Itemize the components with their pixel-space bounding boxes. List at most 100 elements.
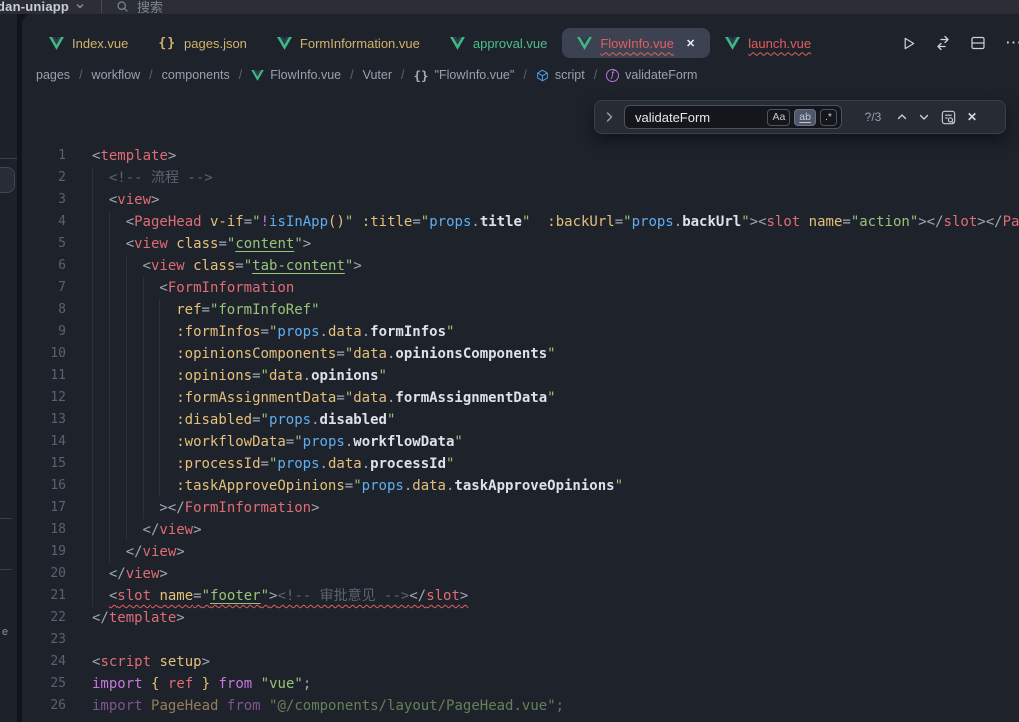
close-find-button[interactable]: ✕ bbox=[967, 110, 977, 124]
indent-guide bbox=[143, 277, 160, 299]
line-number: 4 bbox=[22, 211, 66, 233]
indent-guide bbox=[143, 365, 160, 387]
breadcrumb-label: components bbox=[162, 68, 230, 82]
find-in-selection-button[interactable] bbox=[940, 109, 957, 126]
swap-editors-button[interactable] bbox=[935, 35, 951, 51]
sidebar-divider bbox=[0, 569, 12, 570]
indent-guide bbox=[143, 321, 160, 343]
code-token bbox=[143, 673, 151, 695]
code-token: </ bbox=[409, 588, 426, 604]
code-token: class bbox=[193, 255, 235, 277]
code-token bbox=[530, 211, 547, 233]
indent-guide bbox=[126, 365, 143, 387]
code-token: < bbox=[126, 211, 134, 233]
code-line-21: 21<slot name="footer"><!-- 审批意见 --></slo… bbox=[22, 585, 1019, 607]
tab-approval.vue[interactable]: approval.vue bbox=[435, 28, 562, 58]
code-line-25: 25import { ref } from "vue"; bbox=[22, 673, 1019, 695]
code-token: ; bbox=[303, 673, 311, 695]
code-token: FormInformation bbox=[185, 497, 311, 519]
code-token bbox=[800, 211, 808, 233]
find-previous-button[interactable] bbox=[896, 111, 908, 123]
code-token: > bbox=[168, 145, 176, 167]
breadcrumb-label: FlowInfo.vue bbox=[270, 68, 341, 82]
indent-guide bbox=[159, 409, 176, 431]
search-label: 搜索 bbox=[137, 0, 163, 14]
breadcrumb-item-Vuter[interactable]: Vuter bbox=[363, 68, 392, 82]
error-squiggle: <slot name="footer"><!-- 审批意见 --></slot> bbox=[109, 585, 469, 607]
indent-guide bbox=[159, 387, 176, 409]
code-token: title bbox=[480, 211, 522, 233]
code-token: import bbox=[92, 695, 143, 717]
split-editor-button[interactable] bbox=[970, 35, 986, 51]
breadcrumb-item-components[interactable]: components bbox=[162, 68, 230, 82]
breadcrumb-item-pages[interactable]: pages bbox=[36, 68, 70, 82]
code-token: = bbox=[412, 211, 420, 233]
run-button[interactable] bbox=[901, 36, 916, 51]
indent-guide bbox=[92, 321, 109, 343]
indent-guide bbox=[126, 497, 143, 519]
search-icon bbox=[116, 0, 129, 13]
tab-launch.vue[interactable]: launch.vue bbox=[710, 28, 826, 58]
breadcrumb-item-FlowInfo.vue[interactable]: FlowInfo.vue bbox=[251, 68, 341, 82]
line-number: 9 bbox=[22, 321, 66, 343]
braces-icon: {} bbox=[158, 36, 176, 51]
code-token: > bbox=[159, 563, 167, 585]
find-next-button[interactable] bbox=[918, 111, 930, 123]
match-case-button[interactable]: Aa bbox=[767, 109, 790, 126]
breadcrumb-item-FlowInfo.vue[interactable]: {}"FlowInfo.vue" bbox=[414, 68, 515, 83]
code-token: " bbox=[547, 343, 555, 365]
toggle-replace-button[interactable] bbox=[605, 111, 614, 123]
titlebar: dan-uniapp 搜索 bbox=[0, 0, 1019, 14]
close-tab-icon[interactable]: ✕ bbox=[686, 37, 695, 50]
line-number: 1 bbox=[22, 145, 66, 167]
code-line-content: <slot name="footer"><!-- 审批意见 --></slot> bbox=[66, 585, 468, 607]
code-token: :taskApproveOpinions bbox=[176, 475, 345, 497]
breadcrumb-label: pages bbox=[36, 68, 70, 82]
code-token: < bbox=[92, 145, 100, 167]
code-token bbox=[151, 651, 159, 673]
code-token: > bbox=[193, 519, 201, 541]
code-line-11: 11:opinions="data.opinions" bbox=[22, 365, 1019, 387]
whole-word-button[interactable]: ab bbox=[794, 109, 816, 126]
indent-guide bbox=[109, 233, 126, 255]
code-line-7: 7<FormInformation bbox=[22, 277, 1019, 299]
code-token: " bbox=[261, 365, 269, 387]
code-token: ></ bbox=[159, 497, 184, 519]
indent-guide bbox=[143, 497, 160, 519]
breadcrumb-item-workflow[interactable]: workflow bbox=[92, 68, 141, 82]
code-token: view bbox=[143, 541, 177, 563]
global-search[interactable]: 搜索 bbox=[116, 0, 163, 14]
tab-FormInformation.vue[interactable]: FormInformation.vue bbox=[262, 28, 435, 58]
more-actions-button[interactable]: ⋯ bbox=[1005, 33, 1019, 53]
line-number: 19 bbox=[22, 541, 66, 563]
project-name[interactable]: dan-uniapp bbox=[0, 0, 69, 14]
code-token: <!-- 流程 --> bbox=[109, 167, 213, 189]
code-token: " bbox=[547, 387, 555, 409]
indent-guide bbox=[109, 387, 126, 409]
indent-guide bbox=[109, 541, 126, 563]
find-input[interactable] bbox=[635, 110, 763, 125]
regex-button[interactable]: .* bbox=[820, 109, 837, 126]
code-token: from bbox=[219, 673, 253, 695]
breadcrumb-separator: / bbox=[594, 68, 597, 82]
tab-Index.vue[interactable]: Index.vue bbox=[34, 28, 143, 58]
breadcrumb-item-validateForm[interactable]: fvalidateForm bbox=[606, 68, 697, 82]
code-token: < bbox=[92, 651, 100, 673]
breadcrumb-item-script[interactable]: script bbox=[536, 68, 585, 82]
code-token: :workflowData bbox=[176, 431, 286, 453]
code-line-content: </template> bbox=[66, 607, 185, 629]
indent-guide bbox=[143, 387, 160, 409]
code-token: template bbox=[109, 607, 176, 629]
sidebar-item-partial[interactable] bbox=[0, 167, 15, 193]
code-token: . bbox=[471, 211, 479, 233]
code-token: " bbox=[294, 431, 302, 453]
tab-pages.json[interactable]: {}pages.json bbox=[143, 28, 262, 58]
line-number: 3 bbox=[22, 189, 66, 211]
indent-guide bbox=[159, 431, 176, 453]
code-token: "formInfoRef" bbox=[210, 299, 320, 321]
chevron-down-icon[interactable] bbox=[75, 1, 85, 11]
tab-FlowInfo.vue[interactable]: FlowInfo.vue✕ bbox=[562, 28, 710, 58]
code-editor[interactable]: 1<template>2<!-- 流程 -->3<view>4<PageHead… bbox=[22, 145, 1019, 722]
line-number: 15 bbox=[22, 453, 66, 475]
code-token: " bbox=[345, 387, 353, 409]
